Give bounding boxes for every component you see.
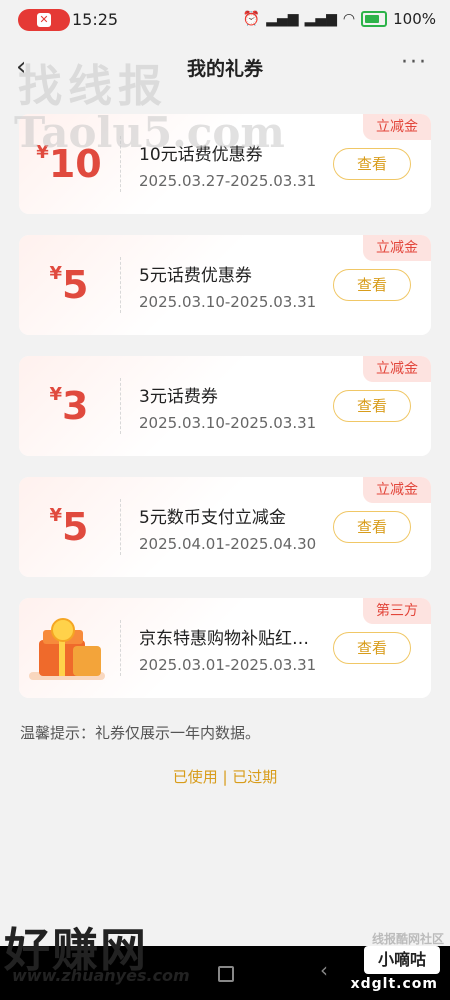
view-button[interactable]: 查看 (333, 390, 411, 422)
watermark-badge: 小嘀咕 (364, 946, 440, 974)
amount-value: 5 (62, 505, 89, 549)
more-icon[interactable]: ··· (401, 50, 428, 75)
status-time: 15:25 (72, 10, 119, 29)
currency-symbol: ¥ (49, 384, 63, 405)
watermark-url: xdglt.com (350, 976, 438, 992)
coupon-tag: 立减金 (363, 356, 431, 382)
hd-signal-icon: ▂▄▆ (266, 11, 299, 27)
currency-symbol: ¥ (49, 263, 63, 284)
hd-signal-icon: ▂▄▆ (304, 11, 337, 27)
used-link[interactable]: 已使用 (173, 768, 218, 786)
view-button[interactable]: 查看 (333, 148, 411, 180)
expired-link[interactable]: 已过期 (232, 768, 277, 786)
page-title: 我的礼券 (186, 58, 263, 80)
coupon-date: 2025.03.01-2025.03.31 (139, 656, 317, 674)
screen-record-indicator[interactable]: ✕ (18, 9, 70, 31)
dashed-divider (120, 620, 121, 676)
dashed-divider (120, 136, 121, 192)
coupon-card: 立减金 ¥5 5元话费优惠券 2025.03.10-2025.03.31 查看 (19, 235, 431, 335)
view-button[interactable]: 查看 (333, 632, 411, 664)
coupon-tag: 立减金 (363, 114, 431, 140)
status-bar: ✕ 15:25 ⏰ ▂▄▆ ▂▄▆ ◠ 100% (0, 0, 450, 38)
coupon-title: 5元话费优惠券 (139, 266, 252, 286)
gift-box-icon (29, 612, 105, 682)
coupon-card: 立减金 ¥10 10元话费优惠券 2025.03.27-2025.03.31 查… (19, 114, 431, 214)
coupon-card: 第三方 京东特惠购物补贴红… 2025.03.01-2025.03.31 查看 (19, 598, 431, 698)
coupon-date: 2025.03.27-2025.03.31 (139, 172, 317, 190)
link-separator: | (217, 768, 233, 786)
coupon-amount: ¥5 (19, 505, 119, 549)
history-links: 已使用 | 已过期 (0, 766, 450, 787)
amount-value: 10 (48, 142, 102, 186)
coupon-tag: 第三方 (363, 598, 431, 624)
currency-symbol: ¥ (36, 142, 49, 163)
close-icon[interactable]: ✕ (37, 13, 51, 27)
top-nav: ‹ 我的礼券 ··· (0, 38, 450, 94)
coupon-amount: ¥10 (19, 142, 119, 186)
recents-icon[interactable] (218, 966, 234, 982)
battery-level: 100% (393, 10, 436, 28)
coupon-title: 10元话费优惠券 (139, 145, 263, 165)
coupon-title: 京东特惠购物补贴红… (139, 629, 309, 649)
coupon-date: 2025.03.10-2025.03.31 (139, 414, 317, 432)
coupon-title: 3元话费券 (139, 387, 218, 407)
coupon-date: 2025.04.01-2025.04.30 (139, 535, 317, 553)
coupon-card: 立减金 ¥3 3元话费券 2025.03.10-2025.03.31 查看 (19, 356, 431, 456)
coupon-card: 立减金 ¥5 5元数币支付立减金 2025.04.01-2025.04.30 查… (19, 477, 431, 577)
coupon-amount: ¥5 (19, 263, 119, 307)
coupon-date: 2025.03.10-2025.03.31 (139, 293, 317, 311)
dashed-divider (120, 378, 121, 434)
status-icons: ⏰ ▂▄▆ ▂▄▆ ◠ 100% (243, 10, 436, 28)
alarm-icon: ⏰ (242, 11, 261, 27)
dashed-divider (120, 499, 121, 555)
coupon-tag: 立减金 (363, 477, 431, 503)
coupon-title: 5元数币支付立减金 (139, 508, 286, 528)
battery-icon (361, 11, 388, 27)
currency-symbol: ¥ (49, 505, 63, 526)
view-button[interactable]: 查看 (333, 269, 411, 301)
coupon-tag: 立减金 (363, 235, 431, 261)
amount-value: 3 (62, 384, 89, 428)
amount-value: 5 (62, 263, 89, 307)
dashed-divider (120, 257, 121, 313)
view-button[interactable]: 查看 (333, 511, 411, 543)
watermark-text: 线报酷网社区 (371, 932, 444, 946)
coupon-amount: ¥3 (19, 384, 119, 428)
back-nav-icon[interactable]: ‹ (320, 958, 328, 982)
tip-text: 温馨提示：礼券仅展示一年内数据。 (20, 724, 261, 742)
wifi-icon: ◠ (342, 11, 356, 27)
